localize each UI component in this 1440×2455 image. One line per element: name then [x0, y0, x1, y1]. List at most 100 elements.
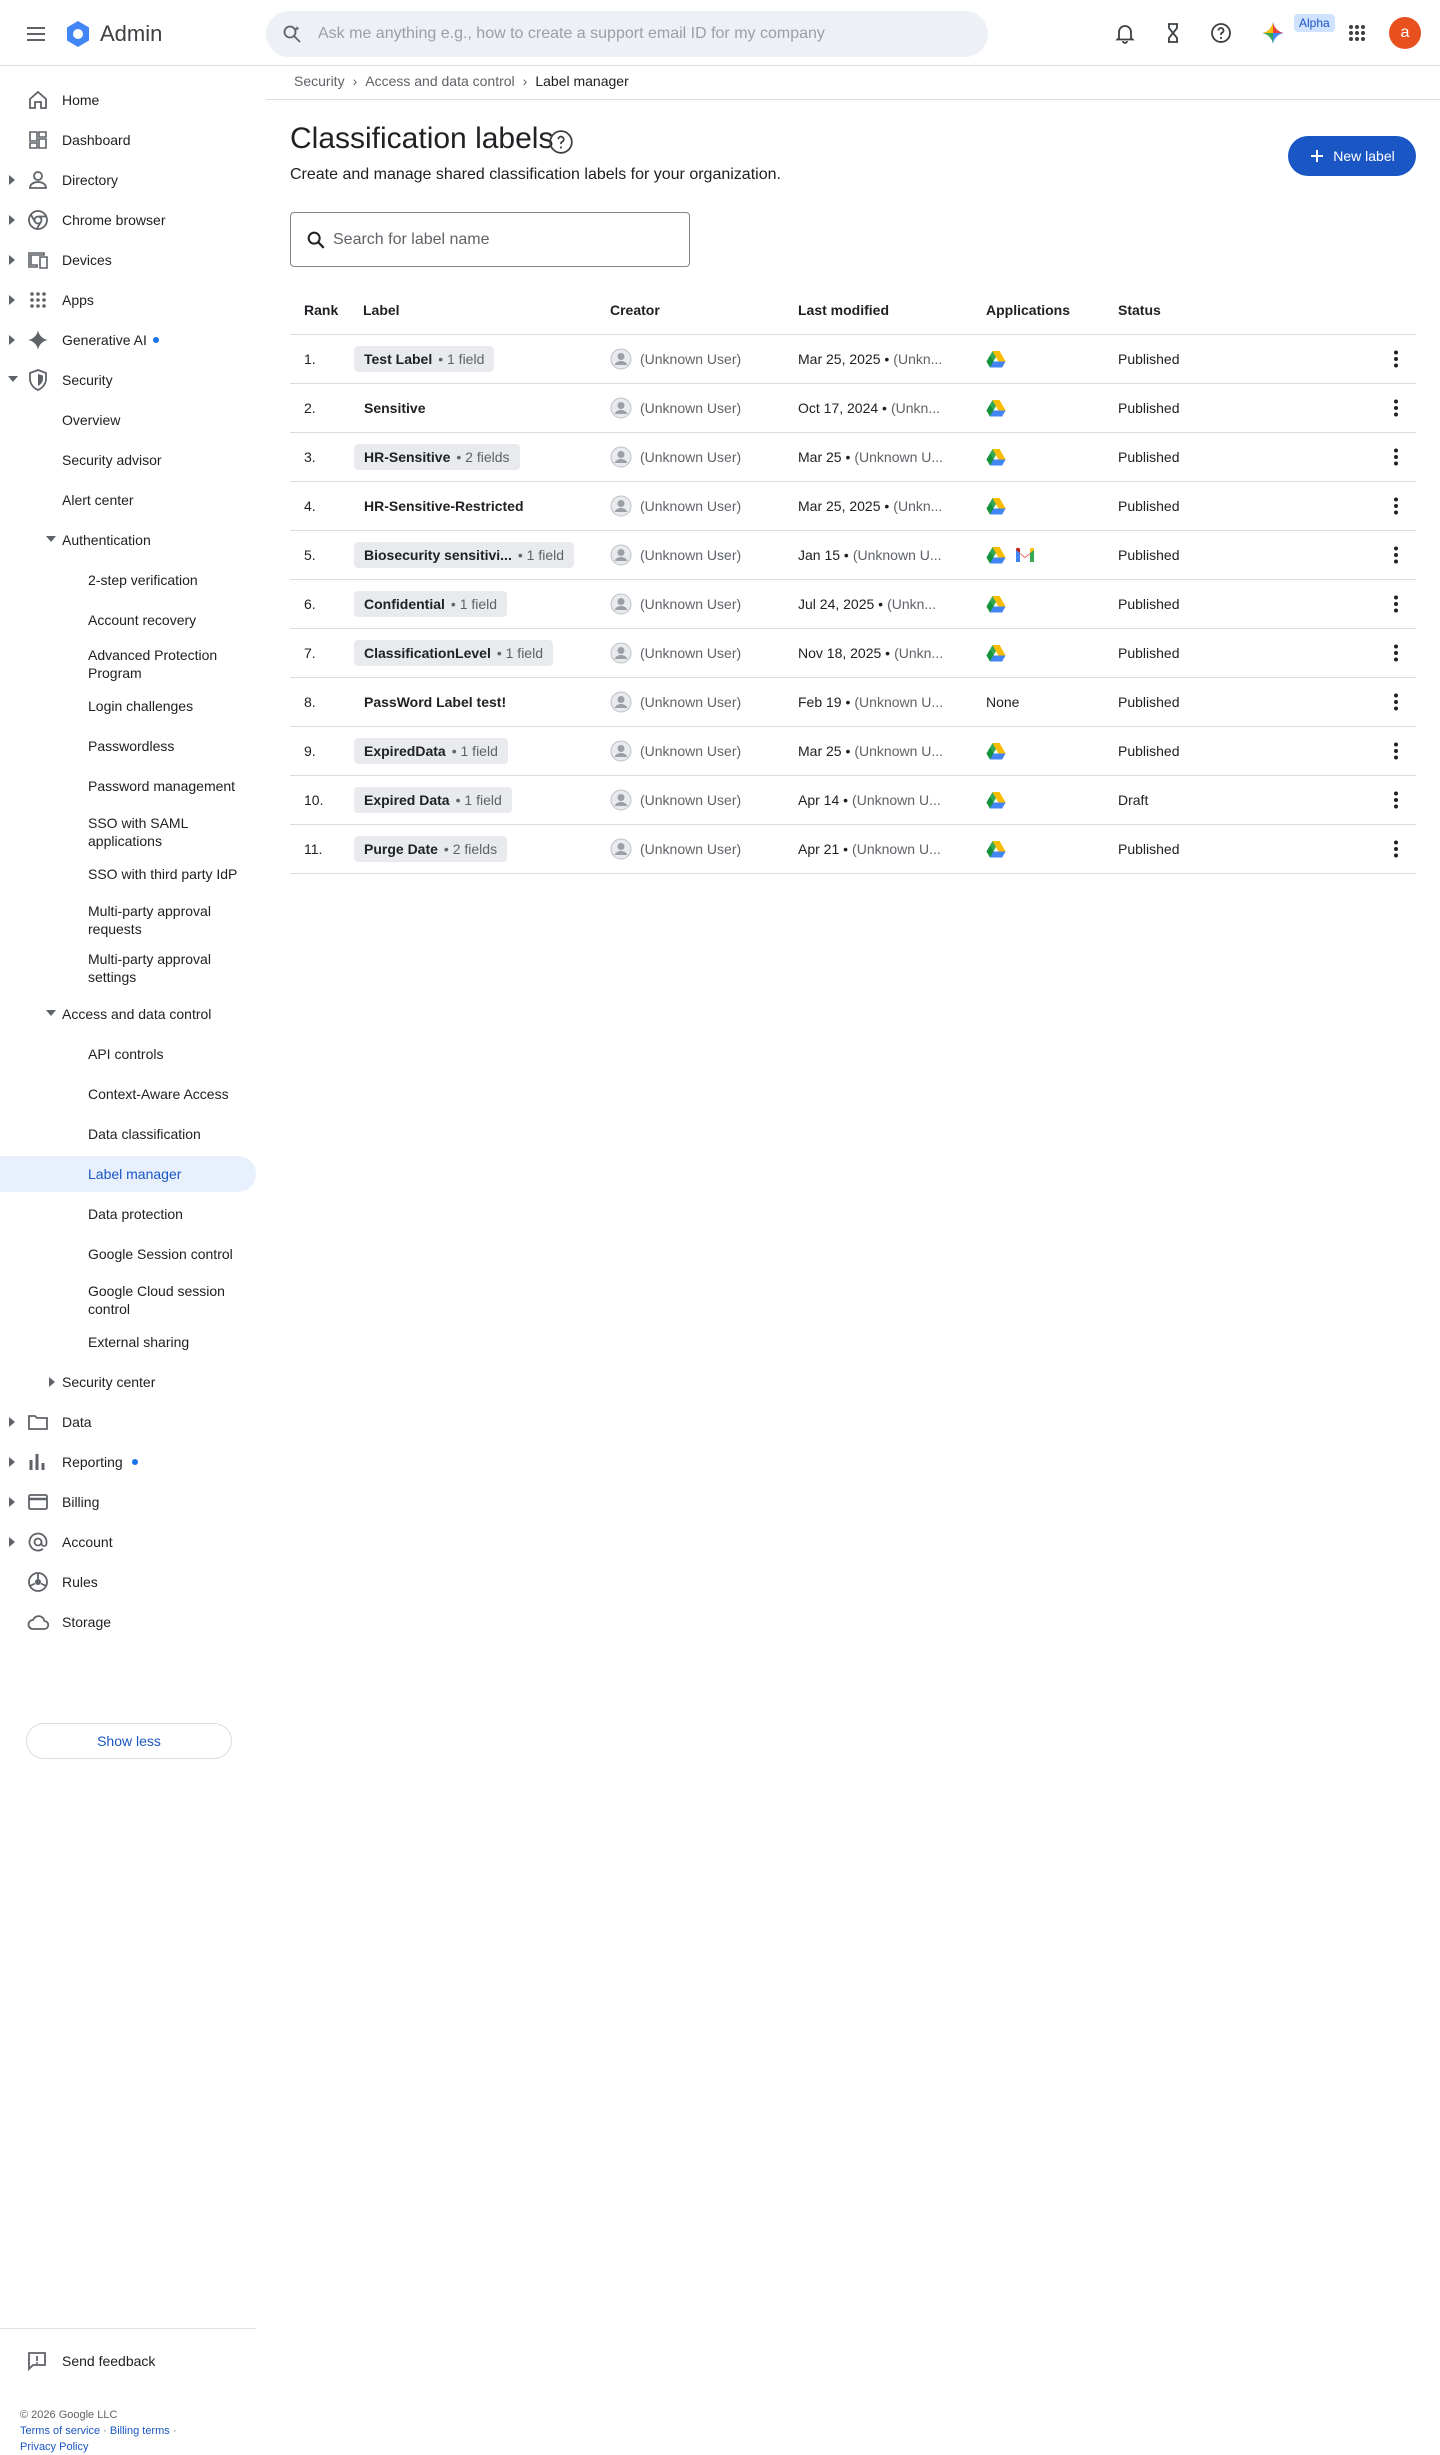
menu-icon[interactable]	[24, 22, 48, 46]
more-vert-icon[interactable]	[1384, 837, 1408, 861]
label-chip[interactable]: Test Label 1 field	[354, 346, 495, 372]
col-header-last-modified[interactable]: Last modified	[798, 286, 889, 334]
table-row[interactable]: 9. ExpiredData 1 field (Unknown User) Mar 25…	[290, 727, 1416, 776]
chevron-right-icon[interactable]	[8, 1497, 16, 1507]
more-vert-icon[interactable]	[1384, 396, 1408, 420]
sidebar-item-account-recovery[interactable]: Account recovery	[0, 602, 256, 638]
sidebar-item-google-cloud-session-control[interactable]: Google Cloud session control	[0, 1280, 256, 1320]
more-vert-icon[interactable]	[1384, 543, 1408, 567]
sidebar-item-api-controls[interactable]: API controls	[0, 1036, 256, 1072]
more-vert-icon[interactable]	[1384, 494, 1408, 518]
table-row[interactable]: 10. Expired Data 1 field (Unknown User) Apr …	[290, 776, 1416, 825]
label-chip[interactable]: ExpiredData 1 field	[354, 738, 508, 764]
chevron-right-icon[interactable]	[8, 175, 16, 185]
table-row[interactable]: 11. Purge Date 2 fields (Unknown User) Apr 2…	[290, 825, 1416, 874]
label-chip[interactable]: Expired Data 1 field	[354, 787, 512, 813]
billing-terms-link[interactable]: Billing terms	[110, 2425, 170, 2437]
more-vert-icon[interactable]	[1384, 347, 1408, 371]
sidebar-item-mpa-settings[interactable]: Multi-party approval settings	[0, 948, 256, 988]
terms-link[interactable]: Terms of service	[20, 2425, 100, 2437]
chevron-right-icon[interactable]	[8, 335, 16, 345]
sidebar-item-password-management[interactable]: Password management	[0, 768, 256, 804]
more-vert-icon[interactable]	[1384, 641, 1408, 665]
sidebar-item-context-aware-access[interactable]: Context-Aware Access	[0, 1076, 256, 1112]
chevron-right-icon[interactable]	[8, 1537, 16, 1547]
table-row[interactable]: 7. ClassificationLevel 1 field (Unknown Use…	[290, 629, 1416, 678]
avatar[interactable]: a	[1389, 17, 1421, 49]
bell-icon[interactable]	[1113, 21, 1137, 45]
global-search-input[interactable]	[318, 25, 918, 43]
table-row[interactable]: 1. Test Label 1 field (Unknown User) Mar 25,…	[290, 335, 1416, 384]
sidebar-item-passwordless[interactable]: Passwordless	[0, 728, 256, 764]
sidebar-item-external-sharing[interactable]: External sharing	[0, 1324, 256, 1360]
col-header-rank[interactable]: Rank	[304, 286, 338, 334]
show-less-button[interactable]: Show less	[26, 1723, 232, 1759]
chevron-down-icon[interactable]	[46, 1009, 56, 1019]
hourglass-icon[interactable]	[1161, 21, 1185, 45]
label-search-input[interactable]	[333, 230, 663, 249]
help-icon[interactable]	[1209, 21, 1233, 45]
sidebar-item-2-step-verification[interactable]: 2-step verification	[0, 562, 256, 598]
sidebar-item-authentication[interactable]: Authentication	[0, 522, 256, 558]
sidebar-item-advanced-protection[interactable]: Advanced Protection Program	[0, 644, 256, 684]
col-header-status[interactable]: Status	[1118, 286, 1161, 334]
chevron-right-icon[interactable]	[8, 1417, 16, 1427]
apps-grid-icon[interactable]	[1345, 21, 1369, 45]
more-vert-icon[interactable]	[1384, 592, 1408, 616]
label-chip[interactable]: HR-Sensitive 2 fields	[354, 444, 520, 470]
label-chip[interactable]: Biosecurity sensitivi... 1 field	[354, 542, 574, 568]
chevron-right-icon[interactable]	[8, 295, 16, 305]
sidebar-item-security-center[interactable]: Security center	[0, 1364, 256, 1400]
label-chip[interactable]: Sensitive	[354, 395, 435, 421]
label-chip[interactable]: Purge Date 2 fields	[354, 836, 508, 862]
table-row[interactable]: 5. Biosecurity sensitivi... 1 field (Unknow…	[290, 531, 1416, 580]
chevron-right-icon[interactable]	[8, 255, 16, 265]
sidebar-item-mpa-requests[interactable]: Multi-party approval requests	[0, 900, 256, 940]
privacy-link[interactable]: Privacy Policy	[20, 2441, 88, 2453]
label-chip[interactable]: PassWord Label test!	[354, 689, 516, 715]
label-chip[interactable]: Confidential 1 field	[354, 591, 508, 617]
breadcrumb-access-data-control[interactable]: Access and data control	[365, 73, 514, 89]
table-row[interactable]: 8. PassWord Label test! (Unknown User) Feb …	[290, 678, 1416, 727]
help-circle-icon[interactable]	[548, 129, 574, 155]
chevron-right-icon[interactable]	[48, 1377, 56, 1387]
table-row[interactable]: 2. Sensitive (Unknown User) Oct 17, 2024 •(…	[290, 384, 1416, 433]
col-header-creator[interactable]: Creator	[610, 286, 660, 334]
label-chip[interactable]: HR-Sensitive-Restricted	[354, 493, 534, 519]
table-row[interactable]: 4. HR-Sensitive-Restricted (Unknown User) M…	[290, 482, 1416, 531]
more-vert-icon[interactable]	[1384, 690, 1408, 714]
sidebar-item-google-session-control[interactable]: Google Session control	[0, 1236, 256, 1272]
sidebar-item-data-protection[interactable]: Data protection	[0, 1196, 256, 1232]
sidebar-item-data-classification[interactable]: Data classification	[0, 1116, 256, 1152]
new-label-button[interactable]: New label	[1288, 136, 1416, 176]
sidebar-item-alert-center[interactable]: Alert center	[0, 482, 256, 518]
sidebar-item-sso-saml[interactable]: SSO with SAML applications	[0, 812, 256, 852]
breadcrumb-security[interactable]: Security	[294, 73, 345, 89]
google-drive-icon	[986, 399, 1006, 417]
more-vert-icon[interactable]	[1384, 788, 1408, 812]
creator-name: (Unknown User)	[640, 400, 742, 416]
chevron-down-icon[interactable]	[8, 375, 18, 385]
sidebar-item-overview[interactable]: Overview	[0, 402, 256, 438]
chevron-right-icon[interactable]	[8, 215, 16, 225]
col-header-applications[interactable]: Applications	[986, 286, 1070, 334]
sidebar-item-security-advisor[interactable]: Security advisor	[0, 442, 256, 478]
modified-date: Mar 25, 2025 •	[798, 498, 890, 514]
chevron-down-icon[interactable]	[46, 535, 56, 545]
sidebar-item-label-manager[interactable]: Label manager	[0, 1156, 256, 1192]
label-search-field[interactable]	[290, 212, 690, 267]
sidebar-item-access-data-control[interactable]: Access and data control	[0, 996, 256, 1032]
more-vert-icon[interactable]	[1384, 445, 1408, 469]
global-search[interactable]	[266, 11, 988, 57]
admin-logo[interactable]: Admin	[64, 20, 162, 48]
table-row[interactable]: 6. Confidential 1 field (Unknown User) Jul 2…	[290, 580, 1416, 629]
send-feedback-button[interactable]: Send feedback	[26, 2350, 155, 2372]
chevron-right-icon[interactable]	[8, 1457, 16, 1467]
more-vert-icon[interactable]	[1384, 739, 1408, 763]
gemini-icon[interactable]	[1261, 21, 1285, 45]
label-chip[interactable]: ClassificationLevel 1 field	[354, 640, 553, 666]
sidebar-item-sso-third-party[interactable]: SSO with third party IdP	[0, 856, 256, 892]
sidebar-item-login-challenges[interactable]: Login challenges	[0, 688, 256, 724]
col-header-label[interactable]: Label	[363, 286, 400, 334]
table-row[interactable]: 3. HR-Sensitive 2 fields (Unknown User) Mar …	[290, 433, 1416, 482]
